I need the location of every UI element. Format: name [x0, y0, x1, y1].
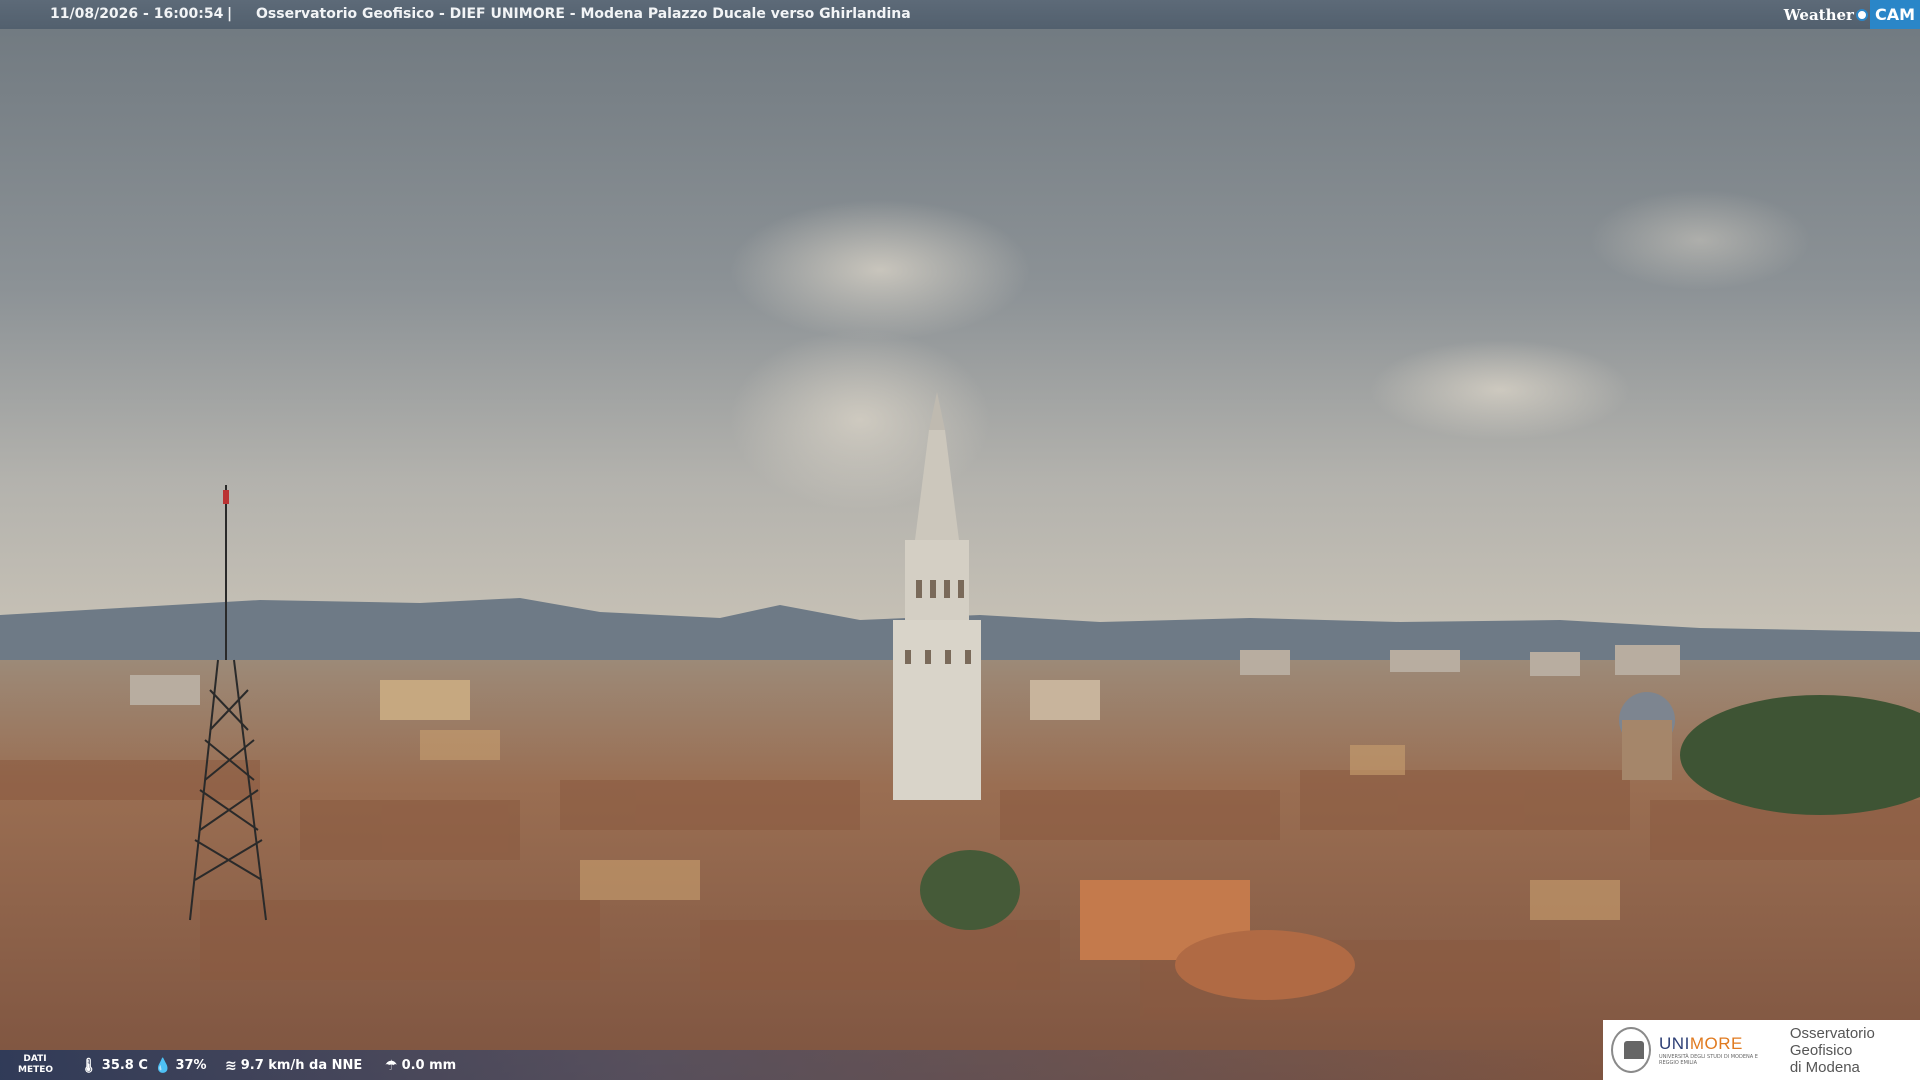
cam-text: CAM	[1869, 0, 1920, 29]
meteo-label: DATI METEO	[18, 1054, 54, 1075]
temperature-value: 35.8 C	[101, 1058, 148, 1073]
uni-text: UNI	[1659, 1034, 1690, 1053]
humidity-value: 37%	[175, 1058, 207, 1073]
city-panorama-image	[0, 0, 1920, 1080]
university-subtitle: UNIVERSITÀ DEGLI STUDI DI MODENA E REGGI…	[1659, 1054, 1758, 1066]
wind-value: 9.7 km/h da NNE	[240, 1058, 363, 1073]
caption-separator: |	[227, 6, 233, 22]
trees-center	[920, 850, 1020, 930]
unimore-wordmark: UNIMORE UNIVERSITÀ DEGLI STUDI DI MODENA…	[1659, 1034, 1778, 1066]
rain-reading: ☂ 0.0 mm	[385, 1058, 456, 1073]
antenna-tip	[223, 490, 229, 504]
humidity-icon: 💧	[154, 1057, 172, 1074]
weather-text: Weather	[1783, 5, 1854, 24]
observatory-name: Osservatorio Geofisico di Modena	[1790, 1025, 1920, 1076]
cloud-glow	[1590, 190, 1810, 290]
logo-dot-icon	[1855, 8, 1868, 21]
rain-icon: ☂	[385, 1057, 398, 1074]
wind-reading: ≋ 9.7 km/h da NNE	[225, 1058, 362, 1073]
humidity-reading: 💧 37%	[154, 1058, 207, 1073]
observatory-line2: di Modena	[1789, 1058, 1860, 1076]
temperature-reading: 🌡 35.8 C	[80, 1058, 148, 1073]
meteo-data-bar: DATI METEO 🌡 35.8 C 💧 37% ≋ 9.7 km/h da …	[0, 1050, 1600, 1080]
timestamp: 11/08/2026 - 16:00:54	[50, 6, 224, 22]
orange-dome	[1175, 930, 1355, 1000]
rain-value: 0.0 mm	[401, 1058, 457, 1073]
thermometer-icon: 🌡	[80, 1057, 98, 1074]
church-drum	[1622, 720, 1672, 780]
observatory-line1: Osservatorio Geofisico	[1789, 1024, 1875, 1059]
wind-icon: ≋	[225, 1057, 237, 1074]
weathercam-logo: Weather CAM	[1784, 0, 1920, 29]
unimore-logo-box: UNIMORE UNIVERSITÀ DEGLI STUDI DI MODENA…	[1603, 1020, 1920, 1080]
university-seal-icon	[1611, 1027, 1652, 1073]
cloud-glow	[1370, 340, 1630, 440]
webcam-title: Osservatorio Geofisico - DIEF UNIMORE - …	[256, 6, 911, 22]
top-caption-bar: 11/08/2026 - 16:00:54 | Osservatorio Geo…	[0, 0, 1920, 29]
cloud-glow	[730, 200, 1030, 340]
more-text: MORE	[1689, 1034, 1743, 1053]
